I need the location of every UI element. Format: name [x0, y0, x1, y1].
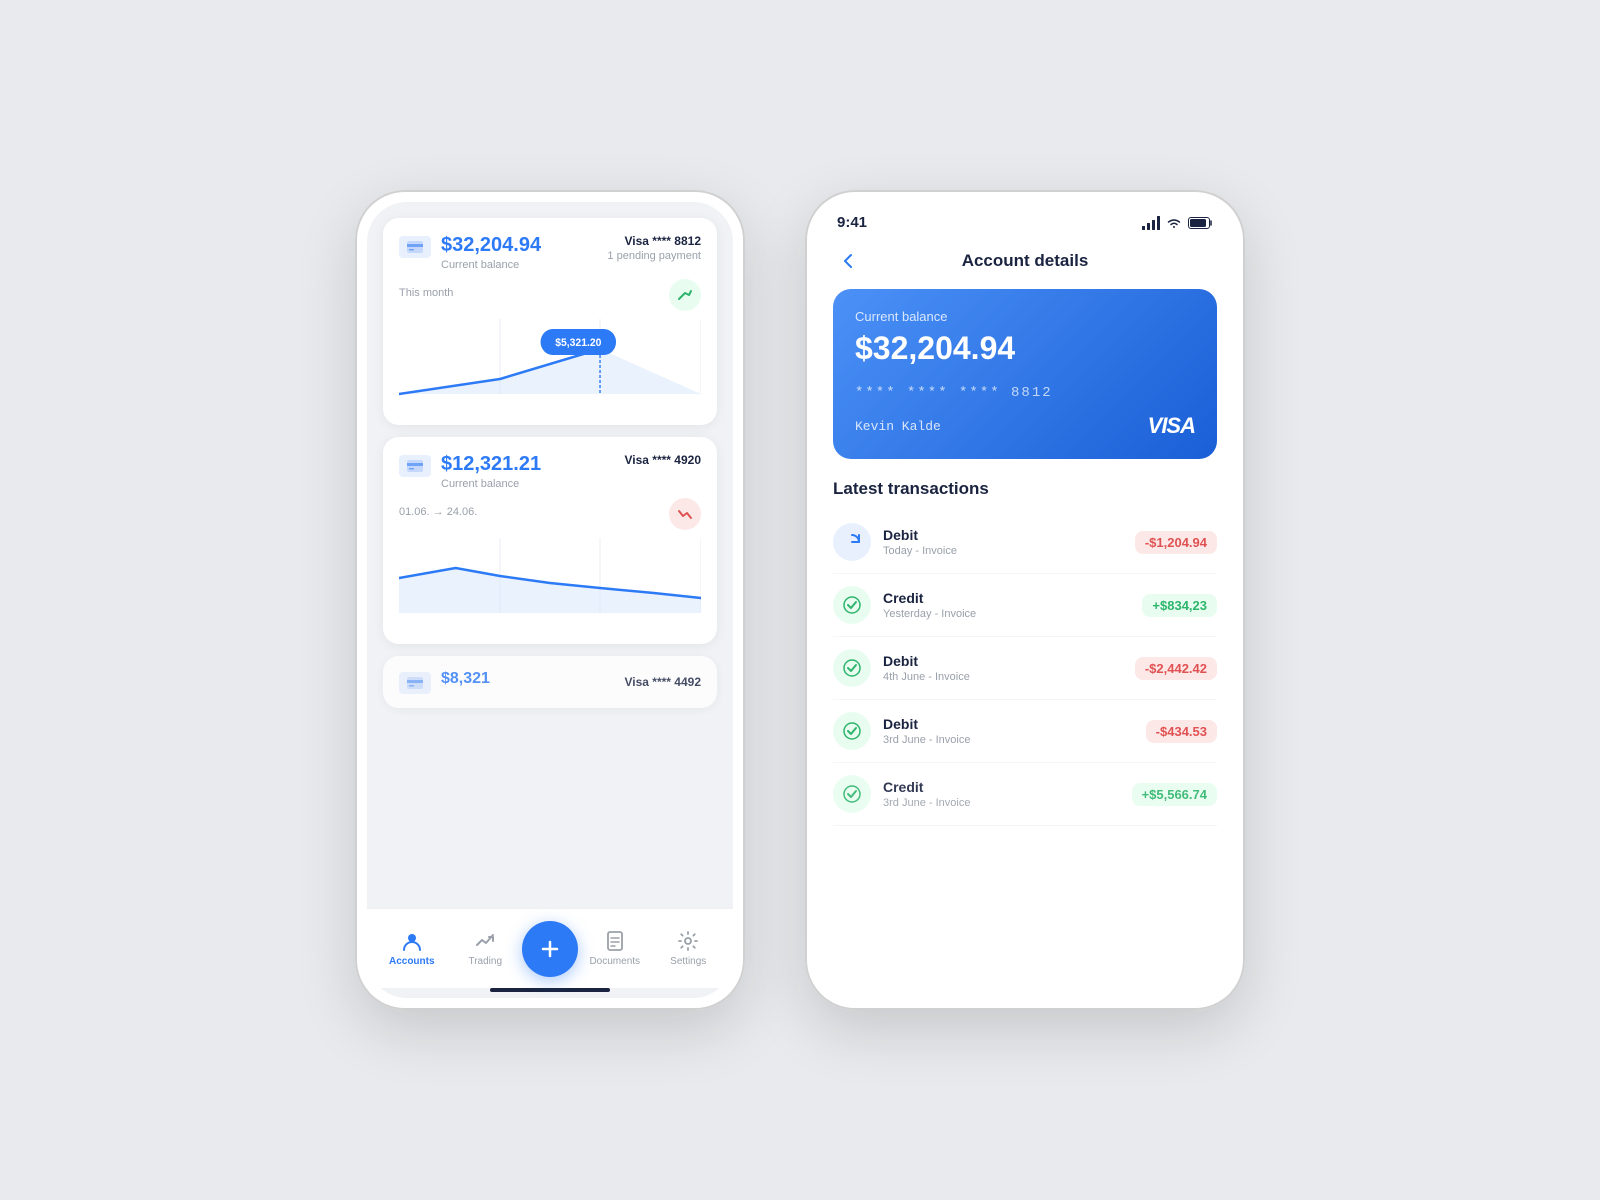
tx-date-4: 3rd June - Invoice [883, 734, 1146, 746]
tx-icon-1 [833, 523, 871, 561]
left-phone: $32,204.94 Current balance Visa **** 881… [355, 190, 745, 1010]
tx-amount-4: -$434.53 [1146, 720, 1217, 743]
transaction-item-2[interactable]: Credit Yesterday - Invoice +$834,23 [833, 574, 1217, 637]
card-icon-1 [399, 236, 431, 258]
status-icons [1142, 216, 1213, 230]
balance-label-2: Current balance [441, 478, 541, 490]
tx-date-5: 3rd June - Invoice [883, 797, 1132, 809]
transactions-title: Latest transactions [833, 479, 1217, 499]
right-phone: 9:41 [805, 190, 1245, 1010]
tx-info-1: Debit Today - Invoice [883, 527, 1135, 557]
nav-documents[interactable]: Documents [578, 930, 652, 967]
tx-date-2: Yesterday - Invoice [883, 608, 1142, 620]
status-time: 9:41 [837, 214, 867, 231]
documents-icon [604, 930, 626, 952]
account-card-2[interactable]: $12,321.21 Current balance Visa **** 492… [383, 437, 717, 644]
tx-icon-3 [833, 649, 871, 687]
partial-card[interactable]: $8,321 Visa **** 4492 [383, 656, 717, 708]
bottom-nav: Accounts Trading [367, 908, 733, 988]
account-card-1[interactable]: $32,204.94 Current balance Visa **** 881… [383, 218, 717, 425]
card-icon-2 [399, 455, 431, 477]
tx-date-3: 4th June - Invoice [883, 671, 1135, 683]
accounts-icon [401, 930, 423, 952]
tx-amount-2: +$834,23 [1142, 594, 1217, 617]
transaction-item-4[interactable]: Debit 3rd June - Invoice -$434.53 [833, 700, 1217, 763]
tx-info-4: Debit 3rd June - Invoice [883, 716, 1146, 746]
chart-date-2: 01.06. → 24.06. [399, 506, 477, 518]
chart-2 [399, 538, 701, 628]
visa-info-1: Visa **** 8812 [607, 234, 701, 248]
tx-type-4: Debit [883, 716, 1146, 732]
partial-balance: $8,321 [441, 670, 490, 688]
cc-brand: VISA [1148, 413, 1195, 439]
fab-button[interactable] [522, 921, 578, 977]
tx-info-3: Debit 4th June - Invoice [883, 653, 1135, 683]
tx-icon-2 [833, 586, 871, 624]
settings-icon [677, 930, 699, 952]
tx-type-2: Credit [883, 590, 1142, 606]
transaction-item-3[interactable]: Debit 4th June - Invoice -$2,442.42 [833, 637, 1217, 700]
detail-header: Account details [817, 237, 1233, 289]
cc-number: **** **** **** 8812 [855, 385, 1195, 401]
tx-amount-3: -$2,442.42 [1135, 657, 1217, 680]
partial-visa: Visa **** 4492 [624, 675, 701, 689]
balance-amount-1: $32,204.94 [441, 234, 541, 257]
balance-label-1: Current balance [441, 259, 541, 271]
cc-holder-name: Kevin Kalde [855, 419, 941, 434]
home-indicator [490, 988, 610, 992]
battery-icon [1188, 217, 1213, 229]
detail-content: Current balance $32,204.94 **** **** ***… [817, 289, 1233, 998]
card-icon-3 [399, 672, 431, 694]
transaction-item-5[interactable]: Credit 3rd June - Invoice +$5,566.74 [833, 763, 1217, 826]
accounts-screen: $32,204.94 Current balance Visa **** 881… [367, 202, 733, 998]
tx-date-1: Today - Invoice [883, 545, 1135, 557]
tx-amount-1: -$1,204.94 [1135, 531, 1217, 554]
detail-screen: 9:41 [817, 202, 1233, 998]
nav-trading[interactable]: Trading [449, 930, 523, 967]
chart-label-1: This month [399, 287, 453, 299]
tx-info-2: Credit Yesterday - Invoice [883, 590, 1142, 620]
nav-trading-label: Trading [468, 956, 502, 967]
credit-card: Current balance $32,204.94 **** **** ***… [833, 289, 1217, 459]
pending-info-1: 1 pending payment [607, 250, 701, 262]
nav-accounts[interactable]: Accounts [375, 930, 449, 967]
cc-balance-amount: $32,204.94 [855, 330, 1195, 367]
transaction-item-1[interactable]: Debit Today - Invoice -$1,204.94 [833, 511, 1217, 574]
nav-accounts-label: Accounts [389, 956, 435, 967]
svg-text:$5,321.20: $5,321.20 [555, 337, 601, 349]
transactions-list: Debit Today - Invoice -$1,204.94 Credi [833, 511, 1217, 826]
signal-icon [1142, 216, 1160, 230]
chart-1: $5,321.20 [399, 319, 701, 409]
nav-documents-label: Documents [589, 956, 640, 967]
trading-icon [474, 930, 496, 952]
tx-amount-5: +$5,566.74 [1132, 783, 1217, 806]
tx-icon-5 [833, 775, 871, 813]
tx-info-5: Credit 3rd June - Invoice [883, 779, 1132, 809]
visa-info-2: Visa **** 4920 [624, 453, 701, 467]
accounts-content: $32,204.94 Current balance Visa **** 881… [367, 202, 733, 908]
balance-amount-2: $12,321.21 [441, 453, 541, 476]
back-button[interactable] [833, 245, 865, 277]
wifi-icon [1166, 217, 1182, 229]
cc-balance-label: Current balance [855, 309, 1195, 324]
trend-badge-down [669, 498, 701, 530]
tx-icon-4 [833, 712, 871, 750]
status-bar: 9:41 [817, 202, 1233, 237]
trend-badge-up [669, 279, 701, 311]
tx-type-5: Credit [883, 779, 1132, 795]
detail-title: Account details [865, 251, 1185, 271]
tx-type-3: Debit [883, 653, 1135, 669]
tx-type-1: Debit [883, 527, 1135, 543]
nav-settings[interactable]: Settings [652, 930, 726, 967]
nav-settings-label: Settings [670, 956, 706, 967]
